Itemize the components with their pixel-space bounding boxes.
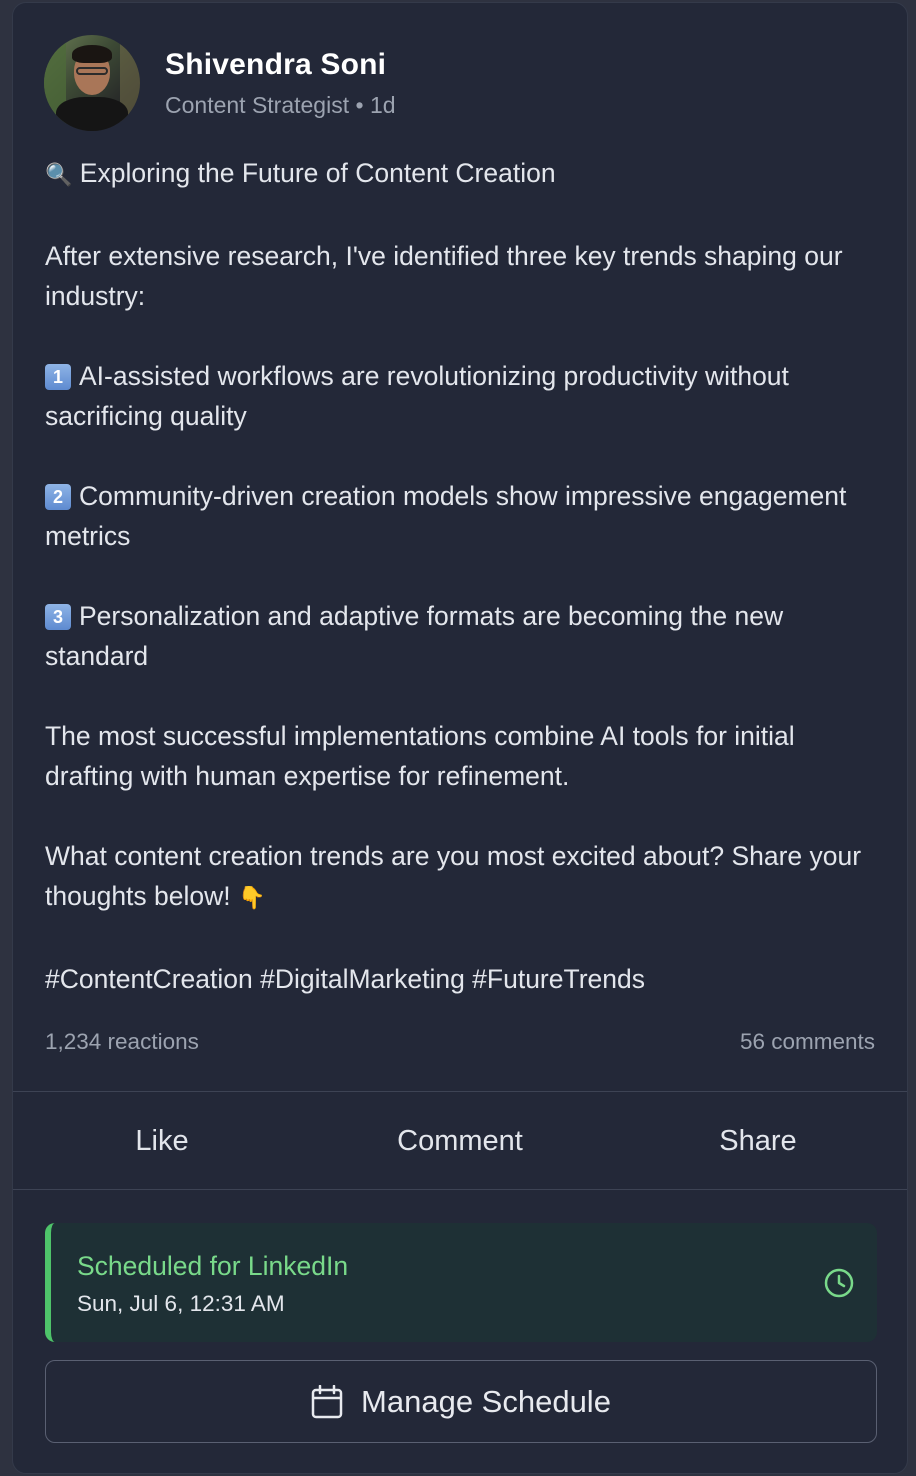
reactions-count[interactable]: 1,234 reactions [45,1029,199,1055]
post-header: Shivendra Soni Content Strategist • 1d [44,35,396,131]
post-title: 🔍 Exploring the Future of Content Creati… [45,153,885,196]
post-point-1: 1 AI-assisted workflows are revolutionizi… [45,356,885,436]
schedule-time: Sun, Jul 6, 12:31 AM [77,1291,285,1316]
calendar-icon [311,1384,343,1418]
action-bar: Like Comment Share [13,1092,907,1190]
comments-count[interactable]: 56 comments [740,1029,875,1055]
post-point-text: Personalization and adaptive formats are… [45,601,784,671]
post-point-text: Community-driven creation models show im… [45,481,847,551]
post-stats: 1,234 reactions 56 comments [45,1029,875,1055]
author-role: Content Strategist [165,91,350,118]
post-time: 1d [369,91,396,118]
like-button[interactable]: Like [13,1125,311,1158]
post-conclusion: The most successful implementations comb… [45,721,795,791]
magnifier-icon: 🔍 [45,163,73,188]
share-button[interactable]: Share [609,1125,907,1158]
post-question-text: What content creation trends are you mos… [45,841,862,911]
post-card: Shivendra Soni Content Strategist • 1d 🔍… [12,2,908,1474]
author-name[interactable]: Shivendra Soni [165,48,396,82]
avatar[interactable] [44,35,140,131]
number-3-icon: 3 [45,604,71,630]
manage-schedule-label: Manage Schedule [361,1383,611,1419]
clock-icon [824,1268,854,1298]
divider [13,1189,907,1190]
post-point-2: 2 Community-driven creation models show i… [45,476,885,556]
post-title-text: Exploring the Future of Content Creation [79,158,556,188]
post-point-3: 3 Personalization and adaptive formats ar… [45,596,885,676]
post-question: What content creation trends are you mos… [45,836,885,919]
manage-schedule-button[interactable]: Manage Schedule [45,1360,877,1443]
author-subtitle: Content Strategist • 1d [165,92,396,119]
number-2-icon: 2 [45,484,71,510]
post-body: 🔍 Exploring the Future of Content Creati… [45,153,885,999]
number-1-icon: 1 [45,364,71,390]
pointing-down-icon: 👇 [238,886,266,911]
post-point-text: AI-assisted workflows are revolutionizin… [45,361,789,431]
schedule-banner: Scheduled for LinkedIn Sun, Jul 6, 12:31… [45,1223,877,1342]
post-hashtags[interactable]: #ContentCreation #DigitalMarketing #Futu… [45,959,885,999]
author-meta: Shivendra Soni Content Strategist • 1d [165,48,396,119]
post-intro: After extensive research, I've identifie… [45,241,843,311]
meta-separator: • [355,91,364,118]
comment-button[interactable]: Comment [311,1125,609,1158]
schedule-title: Scheduled for LinkedIn [77,1251,349,1281]
